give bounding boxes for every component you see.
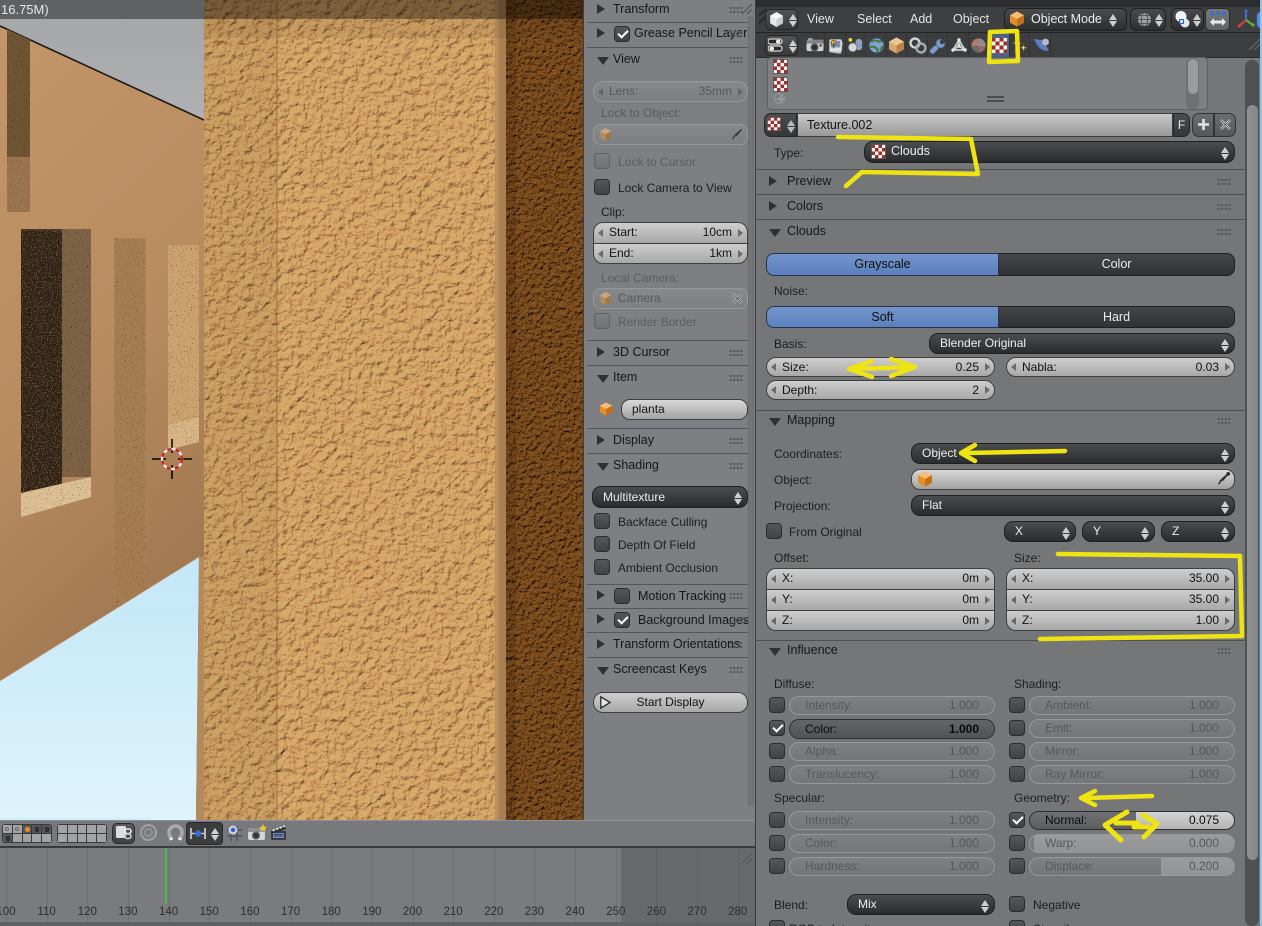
- svg-text:16.75M): 16.75M): [1, 2, 49, 17]
